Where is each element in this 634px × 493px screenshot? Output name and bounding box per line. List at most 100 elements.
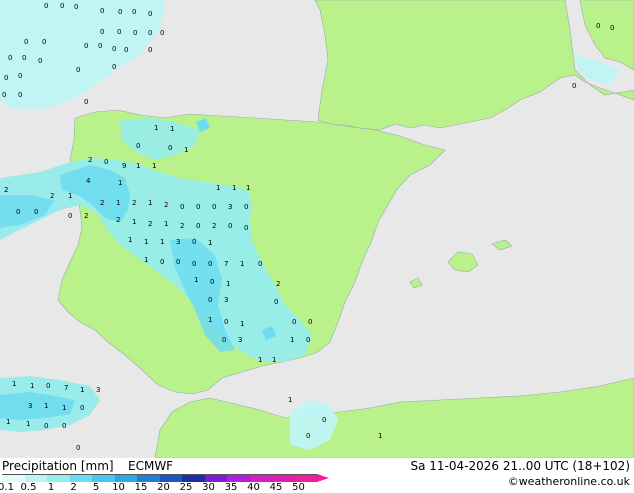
- precip-value-label: 1: [136, 162, 140, 170]
- precip-value-label: 0: [38, 57, 42, 65]
- precip-value-label: 0: [133, 29, 137, 37]
- precip-value-label: 0: [84, 98, 88, 106]
- precip-value-label: 0: [610, 24, 614, 32]
- precip-value-label: 7: [64, 384, 68, 392]
- precip-value-label: 1: [12, 380, 16, 388]
- forecast-datetime: Sa 11-04-2026 21..00 UTC (18+102): [410, 459, 630, 473]
- precip-value-label: 0: [196, 222, 200, 230]
- model-name: ECMWF: [128, 459, 174, 473]
- precip-value-label: 0: [192, 260, 196, 268]
- precip-value-label: 2: [164, 201, 168, 209]
- scale-tick-label: 40: [247, 482, 260, 493]
- scale-tick-label: 2: [70, 482, 77, 493]
- scale-swatch: [114, 474, 137, 482]
- precip-value-label: 0: [46, 382, 50, 390]
- precip-value-label: 2: [4, 186, 8, 194]
- precip-value-label: 0: [112, 45, 116, 53]
- precip-value-label: 0: [208, 260, 212, 268]
- scale-swatch: [249, 474, 272, 482]
- precip-value-label: 0: [222, 336, 226, 344]
- scale-swatch: [294, 474, 317, 482]
- precip-value-label: 0: [84, 42, 88, 50]
- precip-value-label: 1: [232, 184, 236, 192]
- precip-value-label: 0: [104, 158, 108, 166]
- precip-value-label: 1: [272, 356, 276, 364]
- precip-value-label: 0: [124, 46, 128, 54]
- precip-value-label: 1: [62, 404, 66, 412]
- scale-swatch: [272, 474, 295, 482]
- color-scale: 0.1 0.5 1 2 5 10 15 20 25 30 35 40 45 50: [0, 474, 329, 493]
- precip-value-label: 0: [176, 258, 180, 266]
- precip-value-label: 0: [180, 203, 184, 211]
- precip-value-label: 1: [68, 192, 72, 200]
- precip-value-label: 0: [306, 336, 310, 344]
- precip-value-label: 0: [18, 72, 22, 80]
- precip-value-label: 0: [148, 29, 152, 37]
- precip-value-label: 0: [160, 29, 164, 37]
- precip-value-label: 2: [116, 216, 120, 224]
- precip-value-label: 0: [4, 74, 8, 82]
- precip-value-label: 1: [290, 336, 294, 344]
- scale-tick-label: 0.5: [20, 482, 37, 493]
- credit-link[interactable]: ©weatheronline.co.uk: [508, 475, 630, 488]
- precip-value-label: 0: [572, 82, 576, 90]
- precip-value-label: 9: [122, 162, 126, 170]
- precip-value-label: 4: [86, 177, 91, 185]
- precip-value-label: 0: [596, 22, 600, 30]
- precip-value-label: 1: [116, 199, 120, 207]
- scale-tick-label: 1: [47, 482, 55, 493]
- precip-value-label: 1: [44, 402, 48, 410]
- precip-value-label: 0: [100, 7, 104, 15]
- precip-value-label: 0: [192, 238, 196, 246]
- precip-value-label: 0: [132, 8, 136, 16]
- precip-value-label: 0: [258, 260, 262, 268]
- precip-value-label: 0: [196, 203, 200, 211]
- scale-swatch: [47, 474, 70, 482]
- precip-value-label: 0: [136, 142, 140, 150]
- scale-swatch: [2, 474, 25, 482]
- scale-tick-label: 45: [269, 482, 283, 493]
- precip-value-label: 0: [34, 208, 38, 216]
- precip-value-label: 1: [164, 220, 168, 228]
- precip-value-label: 1: [80, 386, 84, 394]
- precip-value-label: 1: [240, 320, 244, 328]
- precip-value-label: 1: [194, 276, 198, 284]
- precip-value-label: 1: [118, 179, 122, 187]
- precip-value-label: 0: [117, 28, 121, 36]
- precip-value-label: 0: [244, 203, 248, 211]
- scale-tick-label: 15: [134, 482, 148, 493]
- precip-value-label: 0: [322, 416, 326, 424]
- precip-value-label: 0: [42, 38, 46, 46]
- scale-tick-label: 5: [92, 482, 100, 493]
- scale-swatch: [159, 474, 182, 482]
- precip-value-label: 1: [148, 199, 152, 207]
- precip-value-label: 2: [50, 192, 54, 200]
- precip-value-label: 0: [274, 298, 278, 306]
- precip-value-label: 1: [144, 256, 148, 264]
- precip-value-label: 1: [246, 184, 250, 192]
- precip-value-label: 1: [30, 382, 34, 390]
- precip-value-label: 0: [16, 208, 20, 216]
- precip-value-label: 1: [216, 184, 220, 192]
- scale-swatch: [24, 474, 47, 482]
- precip-value-label: 0: [18, 91, 22, 99]
- precip-value-label: 0: [2, 91, 6, 99]
- precipitation-map: 0000000000000000000000000000011200120419…: [0, 0, 634, 458]
- precip-value-label: 1: [378, 432, 382, 440]
- precip-value-label: 0: [212, 203, 216, 211]
- precip-value-label: 7: [224, 260, 228, 268]
- precip-value-label: 0: [68, 212, 72, 220]
- scale-arrow: [317, 474, 329, 482]
- precip-value-label: 1: [6, 418, 10, 426]
- precip-value-label: 2: [84, 212, 88, 220]
- precip-value-label: 0: [118, 8, 122, 16]
- precip-value-label: 1: [288, 396, 292, 404]
- precip-value-label: 2: [100, 199, 104, 207]
- scale-swatch: [204, 474, 227, 482]
- precip-value-label: 1: [154, 124, 158, 132]
- precip-value-label: 0: [224, 318, 228, 326]
- precip-value-label: 3: [28, 402, 32, 410]
- precip-value-label: 2: [180, 222, 184, 230]
- precip-value-label: 0: [76, 66, 80, 74]
- precip-value-label: 0: [148, 46, 152, 54]
